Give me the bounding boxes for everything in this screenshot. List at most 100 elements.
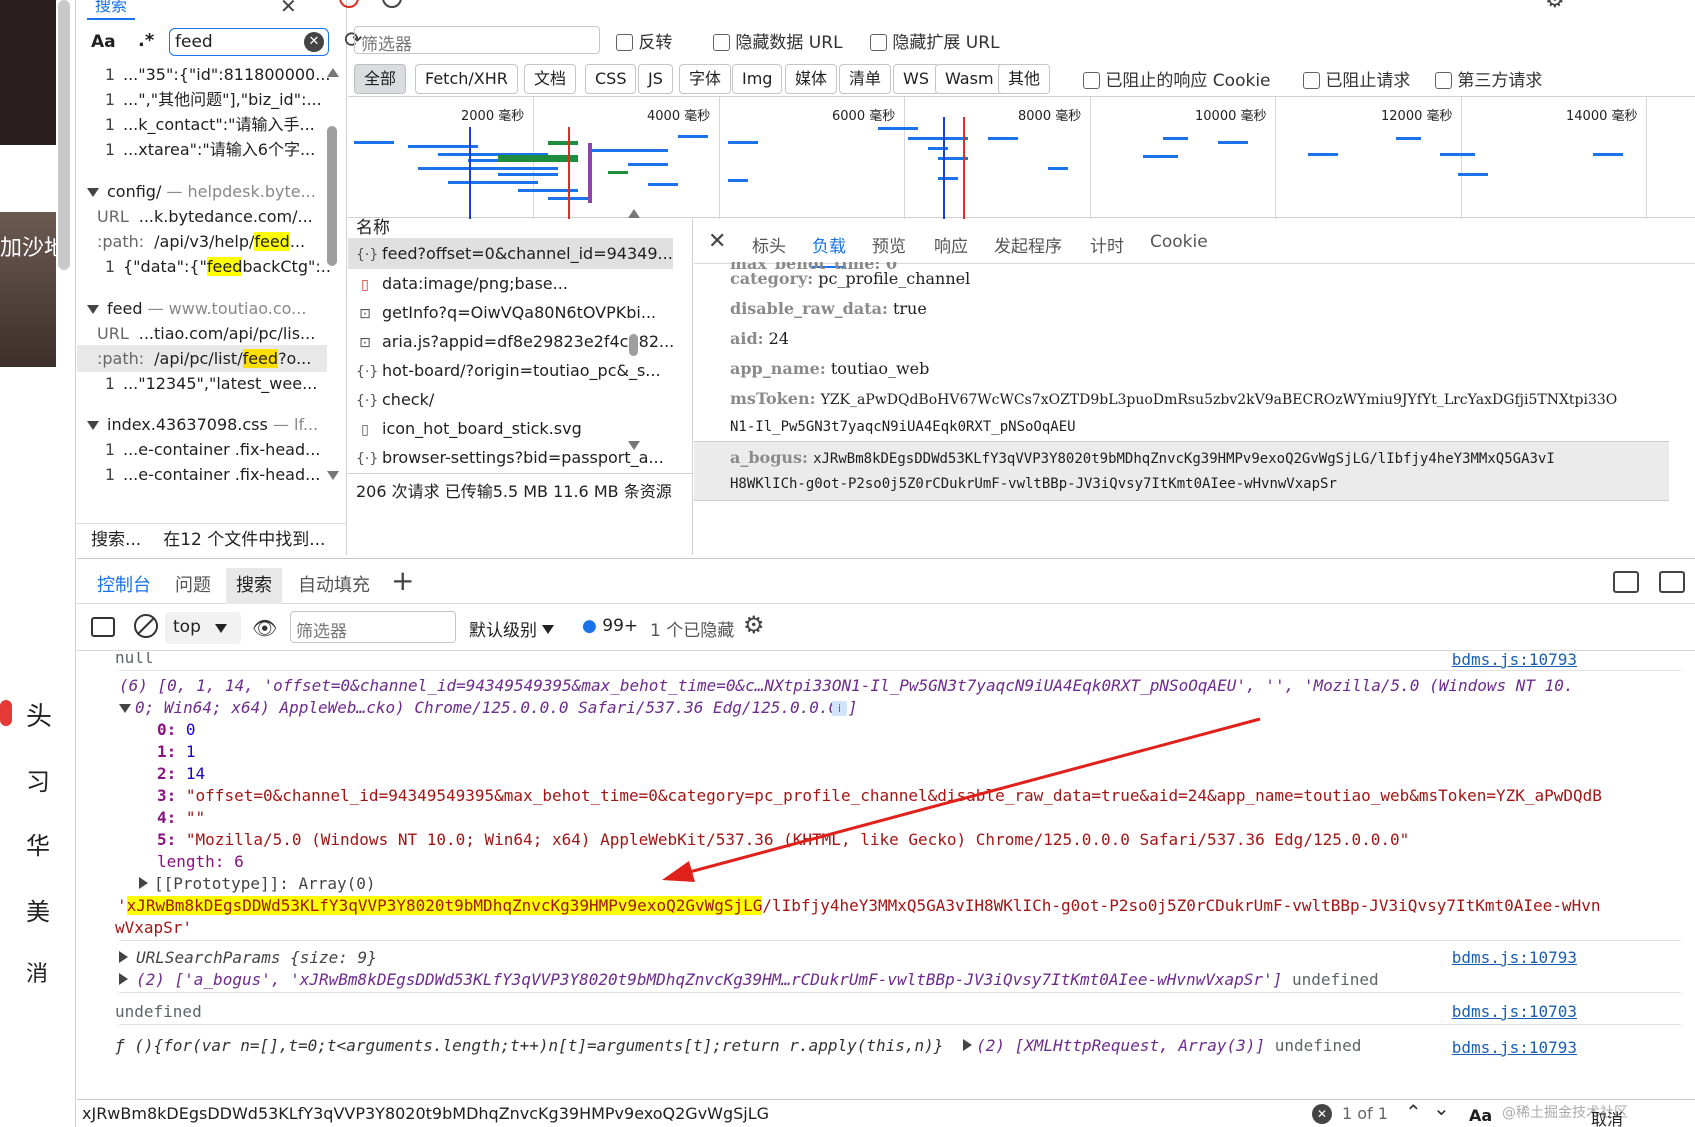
tab-response[interactable]: 响应 [934, 232, 968, 257]
invert-checkbox[interactable]: 反转 [616, 28, 672, 53]
network-filter-input[interactable]: 筛选器 [354, 26, 600, 55]
request-row[interactable]: ▯ data:image/png;base... [348, 268, 673, 299]
timeline-waterfall [354, 117, 1623, 219]
type-filter-other[interactable]: 其他 [998, 64, 1051, 94]
tab-timing[interactable]: 计时 [1090, 232, 1124, 257]
request-row[interactable]: {·} browser-settings?bid=passport_a... [348, 442, 673, 473]
search-input[interactable]: feed ✕ [169, 28, 329, 56]
clear-console-icon[interactable] [134, 614, 158, 638]
list-item-selected[interactable]: :path:/api/pc/list/feed?o... [77, 345, 327, 372]
scroll-thumb [327, 126, 337, 266]
page-scrollbar[interactable] [58, 0, 70, 270]
tab-cookie[interactable]: Cookie [1150, 232, 1208, 252]
close-detail-icon[interactable]: ✕ [708, 229, 726, 254]
blocked-cookie-checkbox[interactable]: 已阻止的响应 Cookie [1083, 66, 1271, 91]
list-item[interactable]: 1 ...","其他问题"],"biz_id":... [85, 86, 330, 113]
drawer-tabbar: 控制台 问题 搜索 自动填充 + [77, 558, 1695, 604]
type-filter-img[interactable]: Img [732, 64, 783, 94]
expand-icon [87, 305, 99, 314]
clear-icon[interactable]: ✕ [304, 32, 324, 52]
request-row[interactable]: ⊡ getInfo?q=OiwVQa80N6tOVPKbi... [348, 297, 673, 328]
list-item[interactable]: 1 ..."35":{"id":811800000... [85, 61, 330, 88]
console-filter-input[interactable]: 筛选器 [290, 611, 456, 643]
search-tab[interactable]: 搜索 [87, 0, 136, 20]
context-selector[interactable]: top [165, 612, 241, 644]
hide-data-url-checkbox[interactable]: 隐藏数据 URL [713, 28, 843, 53]
payload-row: aid: 24 [730, 329, 789, 348]
request-row[interactable]: ▯ icon_hot_board_stick.svg [348, 413, 673, 444]
dock-icon[interactable] [1613, 571, 1639, 593]
nav-text: 华 [26, 832, 50, 860]
list-item[interactable]: 1 {"data":{"feedbackCtg":... [85, 253, 330, 280]
third-party-checkbox[interactable]: 第三方请求 [1435, 66, 1542, 91]
type-filter-manifest[interactable]: 清单 [839, 64, 892, 94]
type-filter-fetch[interactable]: Fetch/XHR [415, 64, 518, 94]
expand-icon [87, 421, 99, 430]
request-detail: ✕ 标头 负载 预览 响应 发起程序 计时 Cookie max_behot_t… [694, 219, 1695, 555]
list-item[interactable]: URL ...k.bytedance.com/... [97, 203, 342, 230]
gear-icon[interactable]: ⚙ [1545, 0, 1565, 13]
request-row[interactable]: {·} feed?offset=0&channel_id=94349... [348, 238, 673, 269]
list-item[interactable]: 1 ...k_contact":"请输入手... [85, 111, 330, 138]
prev-match-icon[interactable]: ⌃ [1405, 1100, 1422, 1124]
xhr-icon: {·} [356, 393, 379, 409]
close-icon[interactable]: ✕ [280, 0, 297, 18]
payload-row: category: pc_profile_channel [730, 269, 971, 288]
thumbnail-caption: 加沙地 [0, 236, 67, 261]
scroll-down-icon [327, 471, 339, 480]
results-scrollbar[interactable] [325, 68, 339, 508]
network-timeline[interactable]: 2000 毫秒 4000 毫秒 6000 毫秒 8000 毫秒 10000 毫秒… [348, 96, 1695, 219]
regex-button[interactable]: .* [138, 30, 154, 51]
list-item[interactable]: URL ...tiao.com/api/pc/lis... [97, 320, 342, 347]
type-filter-font[interactable]: 字体 [679, 64, 732, 94]
request-row[interactable]: {·} hot-board/?origin=toutiao_pc&_s... [348, 355, 673, 386]
list-item[interactable]: 1 ..."12345","latest_wee... [85, 370, 330, 397]
annotation-arrow [662, 717, 1261, 882]
tab-preview[interactable]: 预览 [872, 232, 906, 257]
xhr-icon: {·} [356, 364, 379, 380]
thumbnail-image [0, 0, 56, 145]
payload-row: msToken: YZK_aPwDQdBoHV67WcWCs7xOZTD9bL3… [730, 389, 1618, 408]
list-item[interactable]: 1 ...xtarea":"请输入6个字... [85, 136, 330, 163]
tab-search[interactable]: 搜索 [226, 568, 282, 604]
sidebar-toggle-icon[interactable] [91, 617, 115, 637]
hidden-count[interactable]: 1 个已隐藏 [650, 616, 734, 641]
hide-ext-url-checkbox[interactable]: 隐藏扩展 URL [870, 28, 1000, 53]
list-item[interactable]: 1 ...e-container .fix-head... [85, 436, 330, 463]
eye-icon[interactable]: 👁 [252, 616, 277, 640]
tab-issues[interactable]: 问题 [165, 568, 221, 604]
tab-console[interactable]: 控制台 [87, 568, 161, 604]
list-item[interactable]: :path:/api/v3/help/feed... [97, 228, 342, 255]
type-filter-css[interactable]: CSS [585, 64, 637, 94]
match-case-button[interactable]: Aa [91, 32, 116, 52]
type-filter-js[interactable]: JS [638, 64, 673, 94]
type-filter-all[interactable]: 全部 [354, 64, 407, 94]
type-filter-media[interactable]: 媒体 [785, 64, 838, 94]
result-group-feed[interactable]: feed — www.toutiao.co... [87, 295, 332, 322]
list-item[interactable]: 1 ...e-container .fix-head... [85, 461, 330, 488]
tab-autofill[interactable]: 自动填充 [288, 568, 380, 604]
scroll-thumb [629, 334, 638, 356]
result-group-config[interactable]: config/ — helpdesk.byte... [87, 178, 332, 205]
blocked-request-checkbox[interactable]: 已阻止请求 [1303, 66, 1410, 91]
result-group-css[interactable]: index.43637098.css — lf... [87, 411, 332, 438]
type-filter-doc[interactable]: 文档 [524, 64, 577, 94]
type-filter-wasm[interactable]: Wasm [935, 64, 1004, 94]
undock-icon[interactable] [1659, 571, 1685, 593]
payload-row-selected[interactable]: a_bogus: xJRwBm8kDEgsDDWd53KLfY3qVVP3Y80… [694, 441, 1669, 501]
request-row[interactable]: ⊡ aria.js?appid=df8e29823e2f4c082... [348, 326, 673, 357]
cancel-button[interactable]: 取消 [1591, 1106, 1623, 1127]
add-tab-icon[interactable]: + [391, 564, 414, 597]
log-level-select[interactable]: 默认级别 [469, 616, 555, 641]
message-count-badge[interactable]: ● 99+ [582, 616, 638, 636]
clear-icon[interactable]: ✕ [1312, 1104, 1332, 1124]
request-list-scrollbar[interactable] [626, 209, 640, 459]
type-filter-ws[interactable]: WS [893, 64, 939, 94]
find-input[interactable]: xJRwBm8kDEgsDDWd53KLfY3qVVP3Y8020t9bMDhq… [82, 1102, 1282, 1126]
gear-icon[interactable]: ⚙ [743, 611, 765, 639]
match-case-button[interactable]: Aa [1469, 1106, 1492, 1125]
tab-initiator[interactable]: 发起程序 [994, 232, 1062, 257]
next-match-icon[interactable]: ⌄ [1433, 1096, 1450, 1120]
request-row[interactable]: {·} check/ [348, 384, 673, 415]
tab-headers[interactable]: 标头 [752, 232, 786, 257]
